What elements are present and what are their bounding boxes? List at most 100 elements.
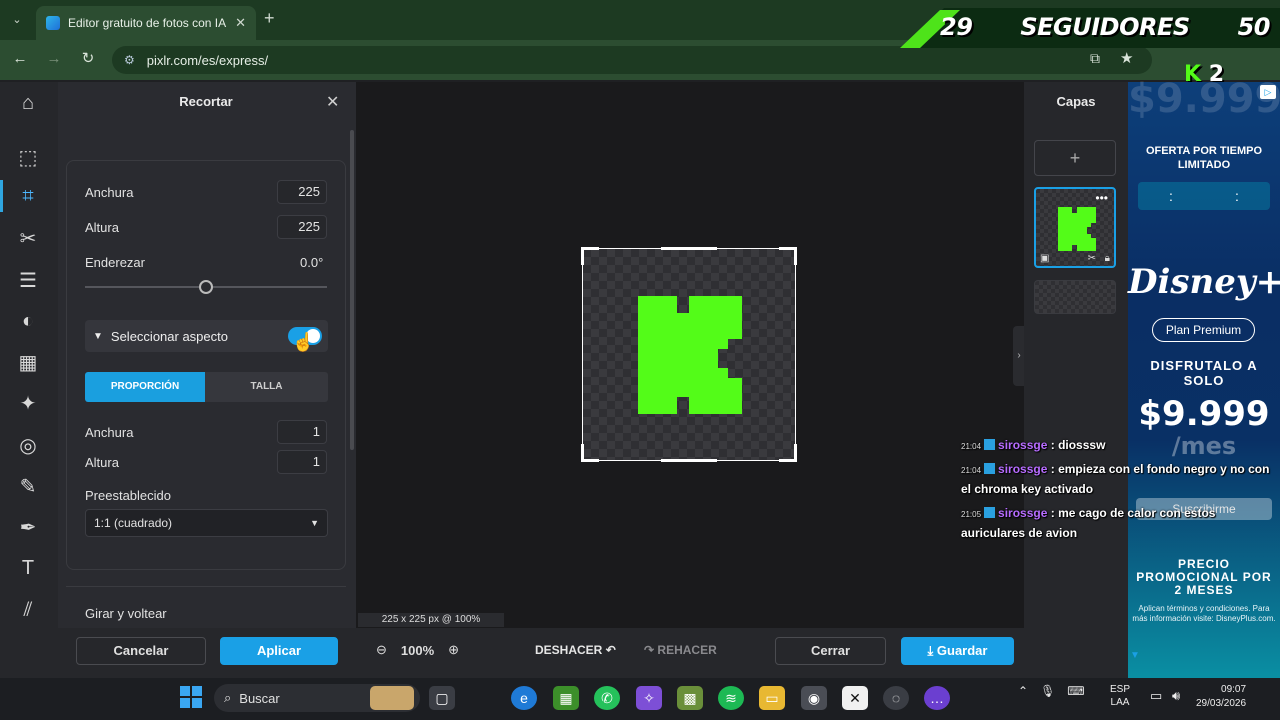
crop-handle-top[interactable] xyxy=(661,247,717,250)
chat-time: 21:04 xyxy=(961,466,982,475)
ad-info-icon[interactable]: ▷ xyxy=(1260,85,1276,99)
edge-icon[interactable]: e xyxy=(511,686,537,710)
cancel-button[interactable]: Cancelar xyxy=(76,637,206,665)
forward-icon[interactable]: → xyxy=(43,48,65,70)
minecraft-launcher-icon[interactable]: ▩ xyxy=(677,686,703,710)
tab-proportion[interactable]: PROPORCIÓN xyxy=(85,372,205,402)
reload-icon[interactable]: ↻ xyxy=(77,48,99,70)
filter-tool-icon[interactable]: ◐ xyxy=(14,307,42,335)
height-input[interactable]: 225 xyxy=(277,215,327,239)
close-button[interactable]: Cerrar xyxy=(775,637,886,665)
layer-thumbnail[interactable]: ••• ▣ ✂ 🔒︎ xyxy=(1034,187,1116,268)
tab-close-icon[interactable]: ✕ xyxy=(235,15,246,31)
tray-chevron-icon[interactable]: ⌃ xyxy=(1018,684,1028,698)
draw-tool-icon[interactable]: ✒ xyxy=(14,513,42,541)
add-layer-button[interactable]: + xyxy=(1034,140,1116,176)
ratio-width-input[interactable]: 1 xyxy=(277,420,327,444)
undo-icon: ↶ xyxy=(605,643,616,657)
capcut-icon[interactable]: ✕ xyxy=(842,686,868,710)
browser-tab[interactable]: Editor gratuito de fotos con IA ✕ xyxy=(36,6,256,40)
file-explorer-icon[interactable]: ▭ xyxy=(759,686,785,710)
obs-icon[interactable]: ◌ xyxy=(883,686,909,710)
lock-icon[interactable]: 🔒︎ xyxy=(1105,253,1110,264)
spotify-icon[interactable]: ≋ xyxy=(718,686,744,710)
crop-frame[interactable] xyxy=(581,247,797,462)
whatsapp-icon[interactable]: ✆ xyxy=(594,686,620,710)
panel-scrollbar[interactable] xyxy=(350,130,354,450)
chrome-icon[interactable]: ◉ xyxy=(801,686,827,710)
copilot-icon[interactable]: ✧ xyxy=(636,686,662,710)
arrange-tool-icon[interactable]: ⬚ xyxy=(14,143,42,171)
liquify-tool-icon[interactable]: ◎ xyxy=(14,431,42,459)
minecraft-icon[interactable]: ▦ xyxy=(553,686,579,710)
language-indicator[interactable]: ESP LAA xyxy=(1110,683,1130,709)
install-app-icon[interactable]: ⧉ xyxy=(1090,50,1100,67)
ad-price: $9.999 xyxy=(1138,394,1270,434)
crop-handle-bottom[interactable] xyxy=(661,459,717,462)
ratio-height-input[interactable]: 1 xyxy=(277,450,327,474)
microphone-icon[interactable]: 🎙︎ xyxy=(1040,684,1055,698)
cutout-tool-icon[interactable]: ✂ xyxy=(14,224,42,252)
zoom-out-icon[interactable]: ⊖ xyxy=(376,642,387,658)
volume-icon[interactable]: 🔊︎ xyxy=(1172,688,1180,704)
tab-size[interactable]: TALLA xyxy=(205,372,328,402)
crop-handle-br-v[interactable] xyxy=(794,444,797,462)
crop-handle-tl-v[interactable] xyxy=(581,247,584,265)
windows-start-icon[interactable] xyxy=(180,686,202,708)
follower-count: 29 xyxy=(940,13,973,41)
follower-goal: 50 xyxy=(1237,13,1271,41)
save-label: Guardar xyxy=(936,643,988,658)
crop-tool-icon[interactable]: ⌗ xyxy=(14,182,42,210)
panel-close-icon[interactable]: ✕ xyxy=(326,92,339,112)
retouch-tool-icon[interactable]: ✎ xyxy=(14,472,42,500)
clock-date: 29/03/2026 xyxy=(1196,698,1247,709)
save-button[interactable]: ⤓ Guardar xyxy=(901,637,1014,665)
pixlr-favicon-icon xyxy=(46,16,60,30)
text-tool-icon[interactable]: T xyxy=(14,554,42,582)
bookmark-star-icon[interactable]: ★ xyxy=(1120,49,1133,67)
search-highlight-icon[interactable] xyxy=(370,686,414,710)
new-tab-icon[interactable]: + xyxy=(264,8,275,29)
keyboard-icon[interactable]: ⌨ xyxy=(1067,684,1084,698)
rotate-flip-label[interactable]: Girar y voltear xyxy=(85,606,167,621)
pattern-tool-icon[interactable]: ⫽ xyxy=(14,596,42,624)
chat-message: 21:04 sirossge : empieza con el fondo neg… xyxy=(961,460,1280,499)
task-view-icon[interactable]: ▢ xyxy=(429,686,455,710)
network-icon[interactable]: ▭ xyxy=(1150,688,1162,704)
ai-tool-icon[interactable]: ✦ xyxy=(14,389,42,417)
chat-user: sirossge xyxy=(998,462,1048,476)
redo-button[interactable]: ↷ REHACER xyxy=(644,643,717,657)
background-layer-thumbnail[interactable] xyxy=(1034,280,1116,314)
address-bar[interactable]: ⚙ pixlr.com/es/express/ xyxy=(112,46,1152,74)
preset-select[interactable]: 1:1 (cuadrado) ▼ xyxy=(85,509,328,537)
chat-app-icon[interactable]: … xyxy=(924,686,950,710)
straighten-slider-knob[interactable] xyxy=(199,280,213,294)
adjust-tool-icon[interactable]: ☰ xyxy=(14,266,42,294)
cutout-icon[interactable]: ✂ xyxy=(1088,253,1096,264)
width-input[interactable]: 225 xyxy=(277,180,327,204)
back-icon[interactable]: ← xyxy=(9,48,31,70)
straighten-value: 0.0° xyxy=(300,255,324,270)
apply-button[interactable]: Aplicar xyxy=(220,637,338,665)
clock[interactable]: 09:07 29/03/2026 xyxy=(1196,683,1246,711)
crop-handle-bl-v[interactable] xyxy=(581,444,584,462)
image-layer-icon: ▣ xyxy=(1040,253,1050,264)
panel-title: Recortar xyxy=(179,94,233,109)
effects-tool-icon[interactable]: ▦ xyxy=(14,348,42,376)
layers-title: Capas xyxy=(1056,94,1096,109)
undo-button[interactable]: DESHACER ↶ xyxy=(535,643,616,657)
home-icon[interactable]: ⌂ xyxy=(14,89,42,117)
colon-icon: : xyxy=(1235,188,1239,204)
site-settings-icon[interactable]: ⚙ xyxy=(124,53,135,67)
zoom-in-icon[interactable]: ⊕ xyxy=(448,642,459,658)
download-icon: ⤓ xyxy=(927,643,934,658)
clock-time: 09:07 xyxy=(1221,684,1247,695)
system-tray: ⌃ 🎙︎ ⌨ xyxy=(1018,684,1085,698)
crop-handle-tr-v[interactable] xyxy=(794,247,797,265)
taskbar-search-label: Buscar xyxy=(239,690,280,706)
preset-label: Preestablecido xyxy=(85,488,171,503)
preset-value: 1:1 (cuadrado) xyxy=(94,516,173,530)
chat-user: sirossge xyxy=(998,506,1048,520)
layer-more-icon[interactable]: ••• xyxy=(1095,191,1108,205)
tab-search-chevron-icon[interactable]: ⌄ xyxy=(6,10,28,30)
